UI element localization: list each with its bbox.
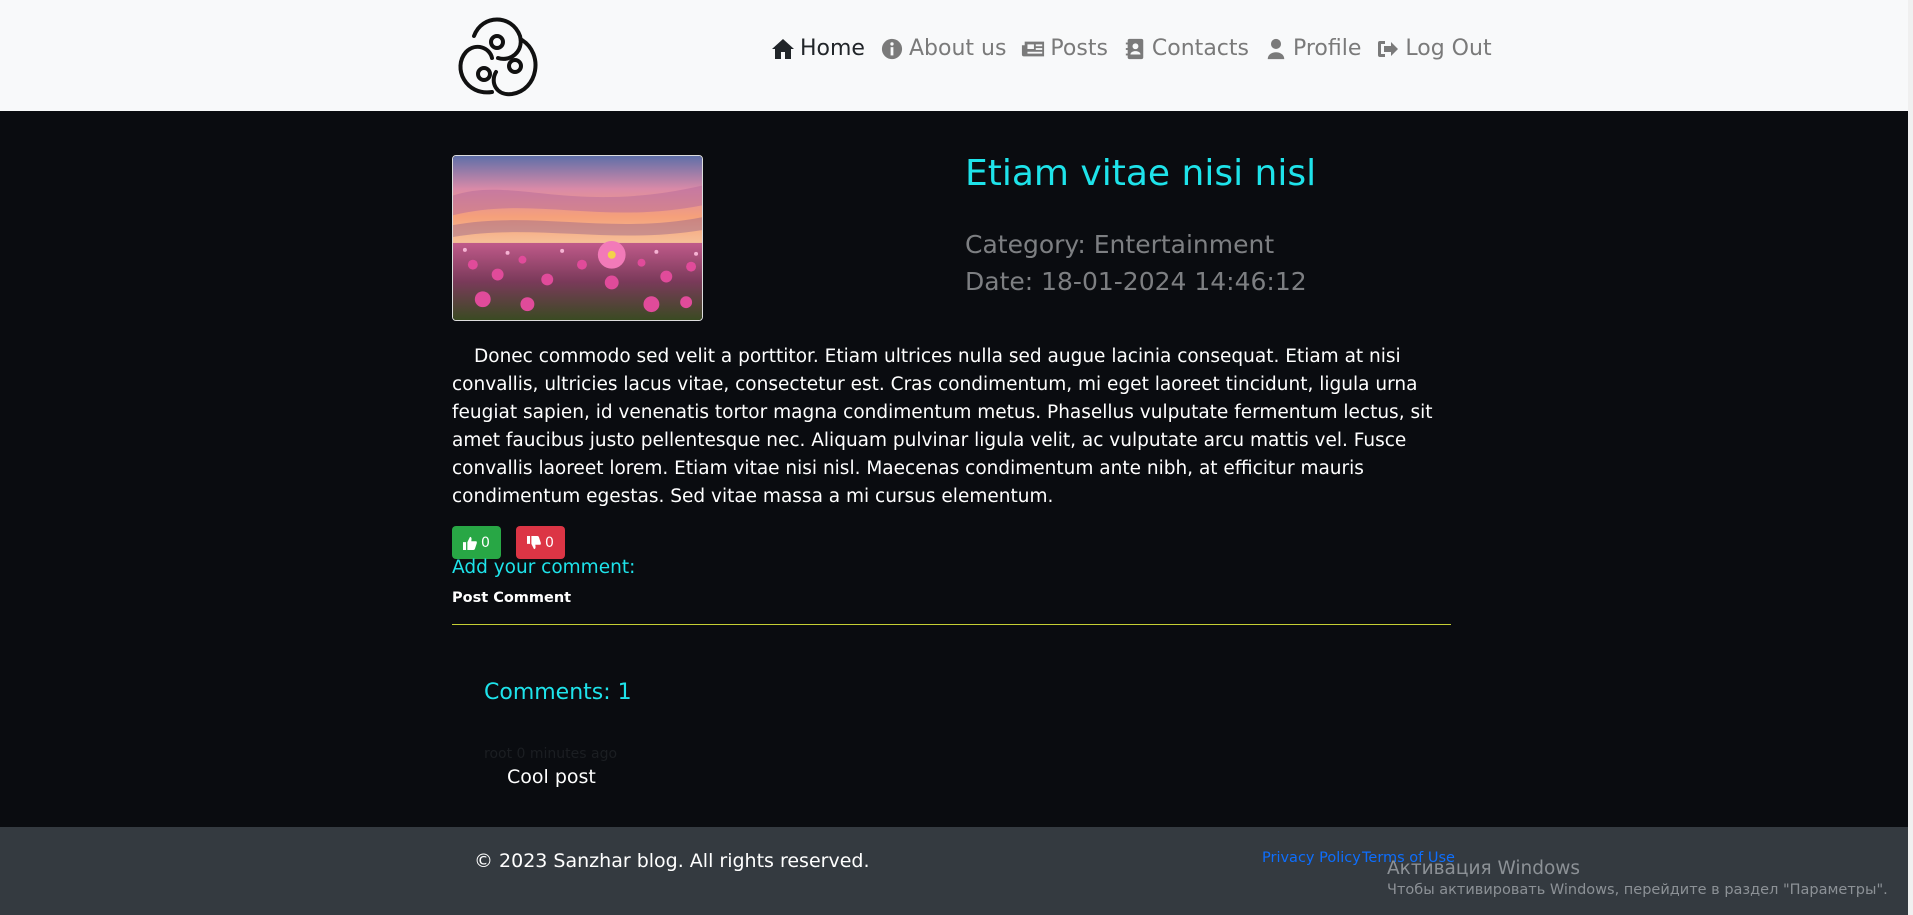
nav-item-label: Home (800, 36, 865, 61)
dislike-button[interactable]: 0 (516, 526, 565, 559)
comment-meta: root 0 minutes ago (484, 746, 618, 762)
nav-item-logout[interactable]: Log Out (1376, 36, 1492, 61)
post-title: Etiam vitae nisi nisl (965, 153, 1317, 194)
post-meta: Category: Entertainment Date: 18-01-2024… (965, 226, 1307, 300)
nav-item-label: Contacts (1151, 36, 1249, 61)
post-body: Donec commodo sed velit a porttitor. Eti… (452, 346, 1433, 507)
info-circle-icon (881, 38, 903, 59)
user-icon (1267, 38, 1285, 59)
navbar: Home About us Posts Contacts Profile Log… (0, 0, 1908, 111)
copyright-text: © 2023 Sanzhar blog. All rights reserved… (474, 850, 870, 872)
post-image (452, 155, 703, 321)
post-category: Category: Entertainment (965, 230, 1275, 259)
sign-out-icon (1378, 40, 1399, 57)
newspaper-icon (1022, 41, 1045, 56)
like-count: 0 (481, 534, 490, 551)
nav-item-posts[interactable]: Posts (1021, 36, 1108, 61)
address-book-icon (1125, 38, 1144, 59)
divider (452, 624, 1451, 625)
nav-item-label: About us (908, 36, 1007, 61)
nav-item-home[interactable]: Home (771, 36, 865, 61)
windows-activation-subtitle: Чтобы активировать Windows, перейдите в … (1387, 882, 1888, 898)
nav-item-contacts[interactable]: Contacts (1123, 36, 1249, 61)
post-comment-button[interactable]: Post Comment (452, 590, 571, 606)
post-date: Date: 18-01-2024 14:46:12 (965, 267, 1307, 296)
comments-title: Comments: 1 (484, 680, 632, 705)
windows-activation-title: Активация Windows (1387, 858, 1581, 879)
logo-icon (458, 17, 538, 97)
flower-field-image (453, 156, 702, 320)
nav-item-about[interactable]: About us (880, 36, 1006, 61)
nav-item-profile[interactable]: Profile (1264, 36, 1361, 61)
thumbs-up-icon (463, 536, 477, 550)
thumbs-down-icon (527, 535, 541, 549)
dislike-count: 0 (545, 534, 554, 551)
page-scrollbar[interactable] (1908, 0, 1913, 915)
main-nav: Home About us Posts Contacts Profile Log… (771, 36, 1507, 61)
home-icon (772, 38, 794, 59)
like-button[interactable]: 0 (452, 526, 501, 559)
comment-text: Cool post (507, 766, 596, 788)
add-comment-label: Add your comment: (452, 557, 636, 578)
nav-item-label: Profile (1292, 36, 1362, 61)
footer: © 2023 Sanzhar blog. All rights reserved… (0, 827, 1908, 915)
privacy-policy-link[interactable]: Privacy Policy (1262, 850, 1361, 866)
site-logo[interactable] (452, 12, 542, 98)
nav-item-label: Posts (1050, 36, 1108, 61)
nav-item-label: Log Out (1405, 36, 1492, 61)
